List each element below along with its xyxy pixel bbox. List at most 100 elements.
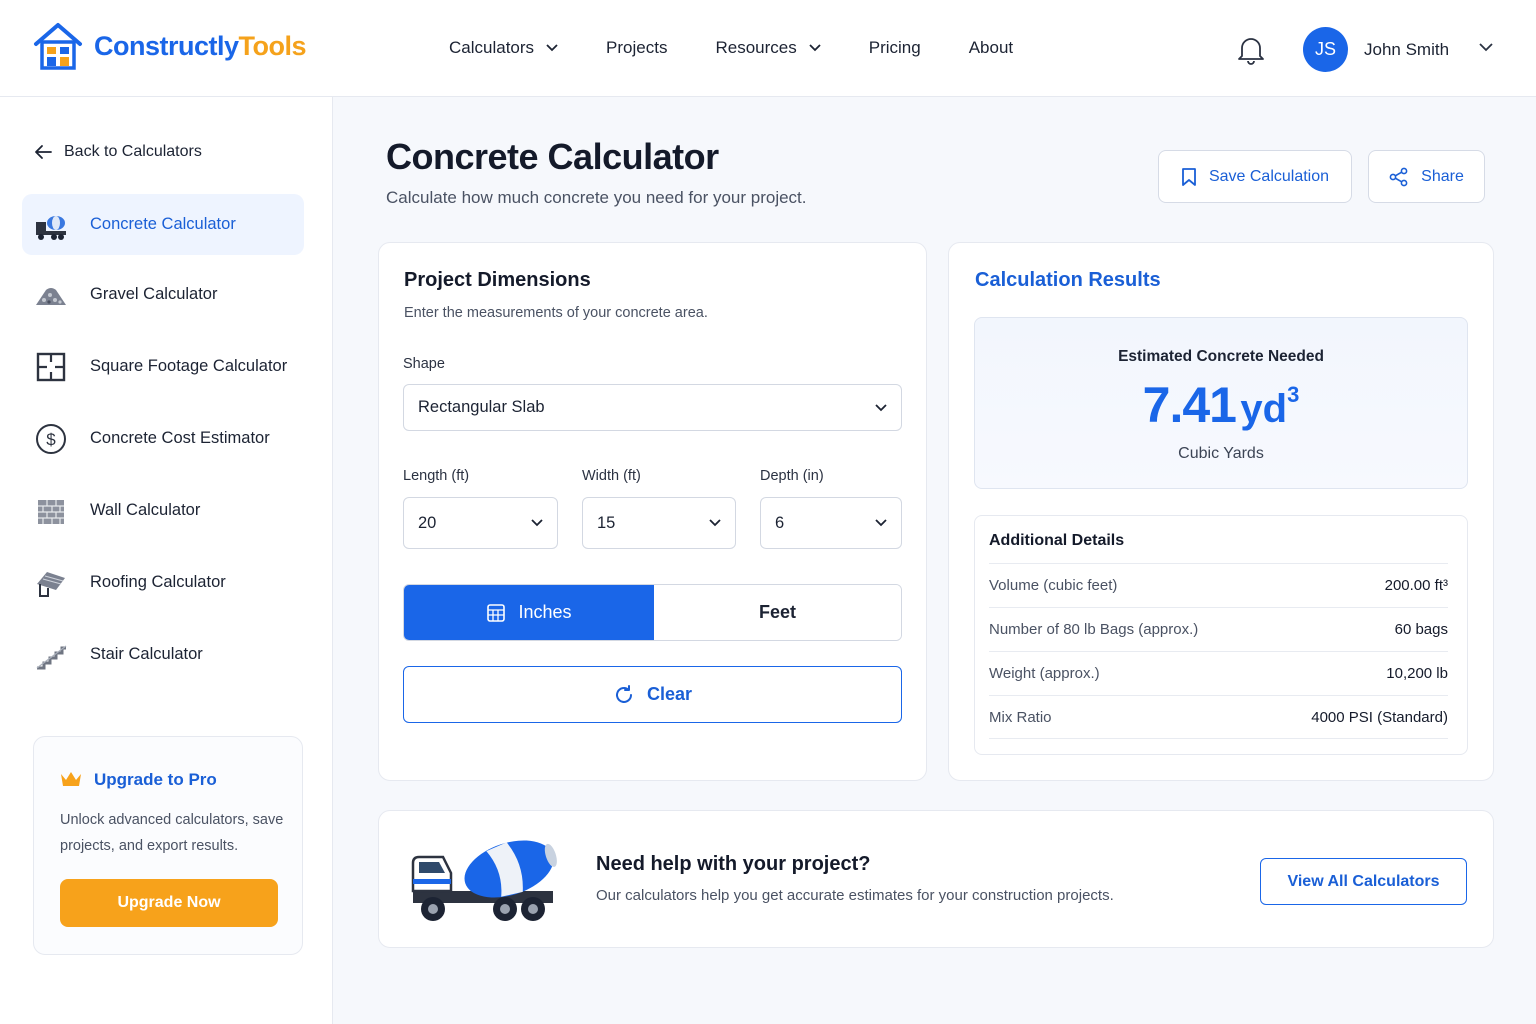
detail-label: Weight (approx.) bbox=[989, 665, 1100, 682]
detail-value: 10,200 lb bbox=[1386, 665, 1448, 682]
sidebar-item-label: Gravel Calculator bbox=[90, 285, 218, 303]
nav-pricing[interactable]: Pricing bbox=[869, 38, 921, 58]
nav-projects[interactable]: Projects bbox=[606, 38, 667, 58]
brand-logo[interactable]: ConstructlyTools bbox=[32, 20, 307, 72]
sidebar-item-roofing-calculator[interactable]: Roofing Calculator bbox=[22, 552, 304, 613]
length-select[interactable]: 20 bbox=[403, 497, 558, 549]
avatar[interactable]: JS bbox=[1303, 27, 1348, 72]
shape-select[interactable]: Rectangular Slab bbox=[403, 384, 902, 431]
chevron-down-icon bbox=[875, 519, 887, 527]
chevron-down-icon bbox=[709, 519, 721, 527]
sidebar: Back to Calculators Concrete Calculator … bbox=[0, 97, 333, 1024]
detail-label: Number of 80 lb Bags (approx.) bbox=[989, 621, 1199, 638]
additional-details: Additional Details Volume (cubic feet) 2… bbox=[974, 515, 1468, 755]
share-label: Share bbox=[1421, 167, 1464, 185]
depth-select[interactable]: 6 bbox=[760, 497, 902, 549]
house-logo-icon bbox=[32, 20, 84, 72]
chevron-down-icon bbox=[531, 519, 543, 527]
share-button[interactable]: Share bbox=[1368, 150, 1485, 203]
estimate-box: Estimated Concrete Needed 7.41 yd3 Cubic… bbox=[974, 317, 1468, 489]
save-calculation-button[interactable]: Save Calculation bbox=[1158, 150, 1352, 203]
sidebar-item-square-footage-calculator[interactable]: Square Footage Calculator bbox=[22, 336, 304, 397]
nav-calculators[interactable]: Calculators bbox=[449, 38, 558, 58]
details-title: Additional Details bbox=[989, 532, 1125, 549]
help-title: Need help with your project? bbox=[596, 853, 871, 875]
nav-resources[interactable]: Resources bbox=[715, 38, 821, 58]
sidebar-item-label: Square Footage Calculator bbox=[90, 357, 288, 375]
nav-label: About bbox=[968, 38, 1014, 57]
help-card: Need help with your project? Our calcula… bbox=[378, 810, 1494, 948]
roof-icon bbox=[34, 566, 68, 600]
results-title: Calculation Results bbox=[975, 269, 1161, 291]
nav-label: Pricing bbox=[868, 38, 921, 57]
shape-value: Rectangular Slab bbox=[418, 398, 545, 416]
chevron-down-icon bbox=[546, 44, 558, 52]
page-subtitle: Calculate how much concrete you need for… bbox=[386, 188, 807, 207]
detail-row: Number of 80 lb Bags (approx.) 60 bags bbox=[989, 607, 1448, 651]
length-value: 20 bbox=[418, 513, 437, 532]
calculator-icon bbox=[486, 603, 506, 623]
sidebar-item-label: Concrete Cost Estimator bbox=[90, 429, 270, 447]
promo-title: Upgrade to Pro bbox=[94, 770, 217, 789]
user-name[interactable]: John Smith bbox=[1364, 40, 1449, 60]
svg-text:$: $ bbox=[46, 430, 56, 449]
floor-plan-icon bbox=[34, 350, 68, 384]
sidebar-item-label: Roofing Calculator bbox=[90, 573, 226, 591]
sidebar-item-label: Stair Calculator bbox=[90, 645, 203, 663]
detail-value: 4000 PSI (Standard) bbox=[1311, 708, 1448, 726]
sidebar-item-label: Wall Calculator bbox=[90, 501, 201, 519]
shape-label: Shape bbox=[403, 356, 445, 372]
help-text: Our calculators help you get accurate es… bbox=[596, 887, 1114, 904]
dollar-icon: $ bbox=[34, 422, 68, 456]
detail-row: Volume (cubic feet) 200.00 ft³ bbox=[989, 563, 1448, 607]
estimate-label: Estimated Concrete Needed bbox=[1118, 348, 1324, 365]
bell-icon[interactable] bbox=[1237, 35, 1265, 65]
detail-value: 200.00 ft³ bbox=[1384, 577, 1448, 594]
dimensions-title: Project Dimensions bbox=[404, 269, 591, 291]
nav-label: Resources bbox=[715, 38, 797, 57]
clear-button[interactable]: Clear bbox=[403, 666, 902, 723]
unit-inches-button[interactable]: Inches bbox=[404, 585, 654, 640]
clear-label: Clear bbox=[646, 684, 693, 704]
detail-value: 60 bags bbox=[1394, 621, 1448, 638]
nav-label: Projects bbox=[606, 38, 668, 57]
page-title: Concrete Calculator bbox=[386, 136, 719, 177]
sidebar-item-gravel-calculator[interactable]: Gravel Calculator bbox=[22, 264, 304, 325]
estimate-number: 7.41 bbox=[1142, 377, 1237, 433]
upgrade-promo-card: Upgrade to Pro Unlock advanced calculato… bbox=[33, 736, 303, 955]
depth-value: 6 bbox=[775, 513, 785, 532]
chevron-down-icon bbox=[875, 403, 887, 412]
arrow-left-icon bbox=[34, 144, 52, 160]
dimensions-subtitle: Enter the measurements of your concrete … bbox=[404, 305, 708, 321]
detail-label: Mix Ratio bbox=[989, 708, 1052, 726]
chevron-down-icon[interactable] bbox=[1479, 43, 1493, 52]
bookmark-icon bbox=[1181, 167, 1197, 187]
view-all-calculators-button[interactable]: View All Calculators bbox=[1260, 858, 1467, 905]
back-to-calculators-link[interactable]: Back to Calculators bbox=[34, 143, 202, 161]
cement-truck-icon bbox=[409, 829, 561, 929]
estimate-value: 7.41 yd3 bbox=[975, 376, 1467, 434]
width-select[interactable]: 15 bbox=[582, 497, 736, 549]
unit-feet-label: Feet bbox=[758, 602, 796, 622]
detail-label: Volume (cubic feet) bbox=[989, 577, 1118, 594]
back-label: Back to Calculators bbox=[64, 143, 202, 160]
nav-about[interactable]: About bbox=[969, 38, 1013, 58]
sidebar-item-label: Concrete Calculator bbox=[90, 215, 236, 233]
gravel-pile-icon bbox=[34, 278, 68, 312]
sidebar-item-wall-calculator[interactable]: Wall Calculator bbox=[22, 480, 304, 541]
share-icon bbox=[1389, 167, 1409, 187]
save-label: Save Calculation bbox=[1208, 167, 1330, 185]
top-navigation-bar: ConstructlyTools Calculators Projects Re… bbox=[0, 0, 1536, 97]
sidebar-item-concrete-cost-estimator[interactable]: $ Concrete Cost Estimator bbox=[22, 408, 304, 469]
sidebar-item-stair-calculator[interactable]: Stair Calculator bbox=[22, 624, 304, 685]
brick-wall-icon bbox=[34, 494, 68, 528]
upgrade-now-button[interactable]: Upgrade Now bbox=[60, 879, 278, 927]
estimate-unit-label: Cubic Yards bbox=[1178, 445, 1264, 462]
unit-inches-label: Inches bbox=[518, 602, 572, 622]
unit-feet-button[interactable]: Feet bbox=[654, 585, 901, 640]
stairs-icon bbox=[34, 638, 68, 672]
chevron-down-icon bbox=[809, 44, 821, 52]
sidebar-item-concrete-calculator[interactable]: Concrete Calculator bbox=[22, 194, 304, 255]
promo-text: Unlock advanced calculators, save projec… bbox=[60, 812, 284, 854]
length-label: Length (ft) bbox=[403, 468, 470, 484]
